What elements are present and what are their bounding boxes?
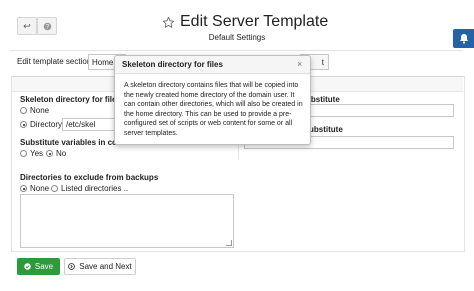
exclude-option-listed[interactable]: Listed directories .. <box>51 184 128 193</box>
section-label: Edit template section: <box>17 57 94 66</box>
skeleton-directory-value: /etc/skel <box>66 120 96 129</box>
title-row: Edit Server Template <box>162 11 328 33</box>
right-substitute-label-1: ubstitute <box>306 95 340 104</box>
skeleton-option-none[interactable]: None <box>20 106 49 115</box>
notifications-button[interactable] <box>453 29 474 48</box>
close-icon[interactable]: × <box>297 59 302 69</box>
resize-handle-icon[interactable] <box>226 240 232 246</box>
save-button[interactable]: Save <box>17 258 60 275</box>
exclude-label: Directories to exclude from backups <box>20 173 159 182</box>
back-arrow-icon: ↩ <box>23 20 31 31</box>
exclude-option-none-label: None <box>30 184 50 193</box>
page-subtitle: Default Settings <box>208 33 266 42</box>
substitute-option-no-label: No <box>56 149 67 158</box>
save-and-next-label: Save and Next <box>79 262 132 271</box>
exclude-option-none[interactable]: None <box>20 184 49 193</box>
exclude-directories-textarea[interactable] <box>20 194 234 248</box>
save-and-next-button[interactable]: Save and Next <box>64 258 136 275</box>
svg-text:?: ? <box>45 23 49 30</box>
right-substitute-label-2: ubstitute <box>309 125 343 134</box>
radio-icon[interactable] <box>51 185 58 192</box>
radio-icon[interactable] <box>20 185 27 192</box>
header-divider <box>10 50 462 51</box>
substitute-label: Substitute variables in conte <box>20 138 129 147</box>
tooltip-title: Skeleton directory for files <box>122 60 223 69</box>
substitute-option-yes[interactable]: Yes <box>20 149 43 158</box>
radio-icon[interactable] <box>46 150 53 157</box>
help-icon: ? <box>43 22 51 30</box>
check-icon <box>24 263 31 270</box>
radio-icon[interactable] <box>20 150 27 157</box>
star-outline-icon[interactable] <box>162 16 175 29</box>
skeleton-option-directory[interactable]: Directory <box>20 120 62 129</box>
substitute-option-yes-label: Yes <box>30 149 44 158</box>
radio-icon[interactable] <box>20 121 27 128</box>
help-tooltip: Skeleton directory for files × A skeleto… <box>114 55 311 145</box>
substitute-option-no[interactable]: No <box>46 149 66 158</box>
page-title: Edit Server Template <box>180 13 329 30</box>
save-button-label: Save <box>34 262 54 271</box>
tooltip-body: A skeleton directory contains files that… <box>124 82 303 137</box>
exclude-option-listed-label: Listed directories .. <box>61 184 129 193</box>
arrow-circle-icon <box>68 263 76 270</box>
skeleton-option-directory-label: Directory <box>30 120 63 129</box>
bell-icon <box>459 34 468 44</box>
radio-icon[interactable] <box>20 107 27 114</box>
section-next-label: t <box>321 57 324 67</box>
skeleton-option-none-label: None <box>30 106 50 115</box>
skeleton-label: Skeleton directory for files <box>20 95 121 104</box>
skeleton-directory-input[interactable]: /etc/skel <box>62 118 120 131</box>
